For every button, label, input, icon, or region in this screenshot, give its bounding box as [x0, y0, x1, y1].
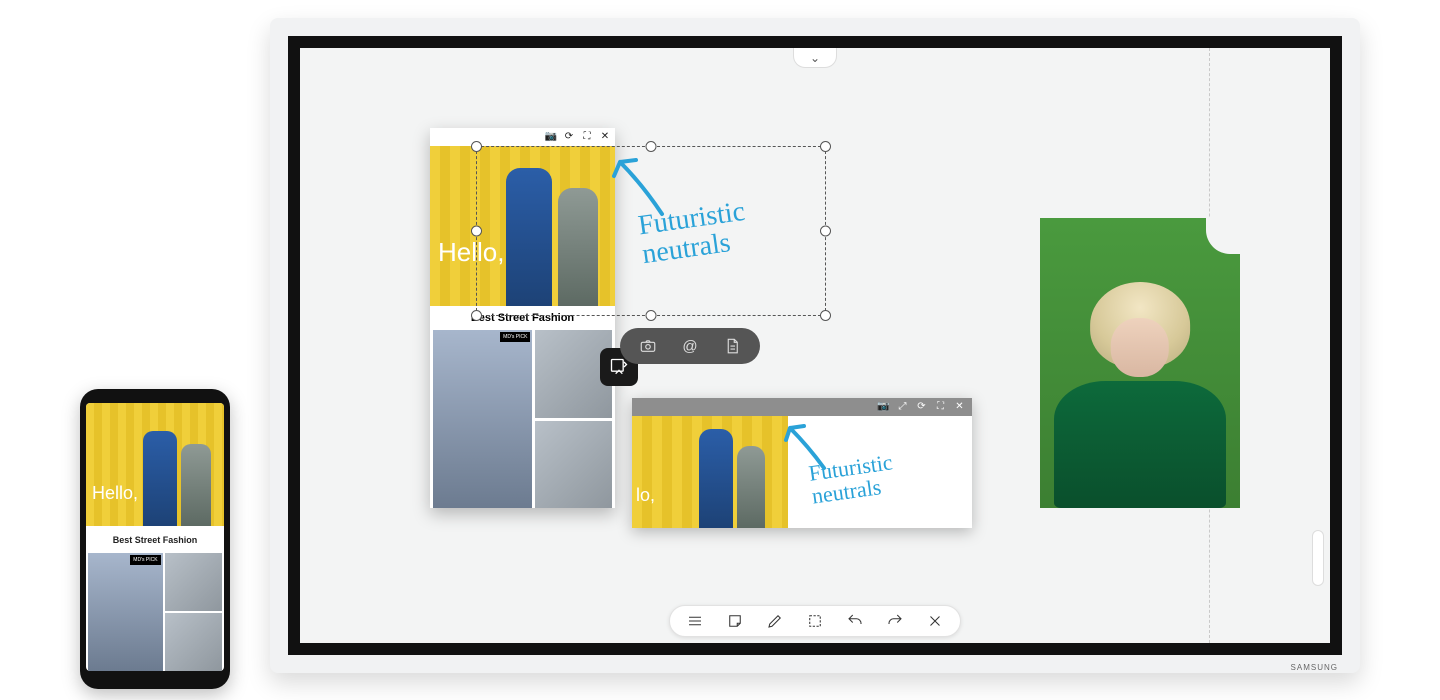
resize-handle[interactable] [646, 141, 657, 152]
edit-icon[interactable] [766, 612, 784, 630]
snippet-toolbar: 📷 ⤢ ⟳ ⛶ ✕ [632, 398, 972, 416]
note-icon[interactable] [726, 612, 744, 630]
document-icon[interactable] [722, 336, 742, 356]
captured-snippet[interactable]: 📷 ⤢ ⟳ ⛶ ✕ lo, Futuristic neutrals [632, 398, 972, 528]
page-scrub-handle[interactable] [1312, 530, 1324, 586]
close-icon[interactable]: ✕ [599, 130, 611, 142]
camera-icon[interactable]: 📷 [545, 130, 557, 142]
flip-display-device: SAMSUNG ⌄ 📷 ⟳ ⛶ ✕ Hello, Best Street Fas… [270, 18, 1360, 673]
phone-grid-item [165, 613, 222, 671]
rotate-icon[interactable]: ⟳ [563, 130, 575, 142]
brand-label: SAMSUNG [1291, 663, 1338, 672]
rotate-icon[interactable]: ⟳ [915, 400, 928, 413]
smartphone-device: Hello, Best Street Fashion MD's PICK [80, 389, 230, 689]
selection-action-toolbar: @ [620, 328, 760, 364]
photo-subject [1054, 282, 1226, 508]
mds-pick-badge: MD's PICK [500, 332, 530, 342]
phone-hero-image: Hello, [86, 403, 224, 526]
phone-grid-item [165, 553, 222, 611]
menu-icon[interactable] [686, 612, 704, 630]
phone-image-grid: MD's PICK [86, 553, 224, 671]
fullscreen-icon[interactable]: ⛶ [934, 400, 947, 413]
chevron-down-icon: ⌄ [810, 51, 820, 65]
at-icon[interactable]: @ [680, 336, 700, 356]
handwritten-annotation: Futuristic neutrals [807, 450, 897, 507]
phone-screen: Hello, Best Street Fashion MD's PICK [86, 403, 224, 671]
resize-handle[interactable] [471, 226, 482, 237]
resize-handle[interactable] [646, 310, 657, 321]
phone-section-title: Best Street Fashion [86, 526, 224, 553]
snippet-body: lo, Futuristic neutrals [632, 416, 972, 528]
close-icon[interactable] [926, 612, 944, 630]
phone-hero-people [135, 420, 218, 526]
phone-grid-item: MD's PICK [88, 553, 163, 671]
undo-icon[interactable] [846, 612, 864, 630]
mirror-grid-item [535, 421, 612, 509]
close-icon[interactable]: ✕ [953, 400, 966, 413]
resize-handle[interactable] [820, 141, 831, 152]
inserted-photo[interactable] [1040, 218, 1240, 508]
redo-icon[interactable] [886, 612, 904, 630]
resize-handle[interactable] [820, 226, 831, 237]
mirror-image-grid: MD's PICK [430, 330, 615, 508]
phone-hero-text: Hello, [92, 483, 138, 504]
resize-handle[interactable] [820, 310, 831, 321]
expand-icon[interactable]: ⛶ [581, 130, 593, 142]
expand-icon[interactable]: ⤢ [896, 400, 909, 413]
mirror-grid-item: MD's PICK [433, 330, 532, 508]
snippet-hero: lo, [632, 416, 788, 528]
top-pull-tab[interactable]: ⌄ [793, 48, 837, 68]
flip-canvas[interactable]: ⌄ 📷 ⟳ ⛶ ✕ Hello, Best Street Fashion MD'… [288, 36, 1342, 655]
camera-icon[interactable]: 📷 [877, 400, 890, 413]
mirror-panel-toolbar: 📷 ⟳ ⛶ ✕ [430, 128, 615, 146]
snippet-hero-text: lo, [636, 485, 655, 506]
camera-icon[interactable] [638, 336, 658, 356]
canvas-bottom-toolbar [669, 605, 961, 637]
resize-handle[interactable] [471, 141, 482, 152]
select-icon[interactable] [806, 612, 824, 630]
resize-handle[interactable] [471, 310, 482, 321]
mds-pick-badge: MD's PICK [130, 555, 160, 565]
